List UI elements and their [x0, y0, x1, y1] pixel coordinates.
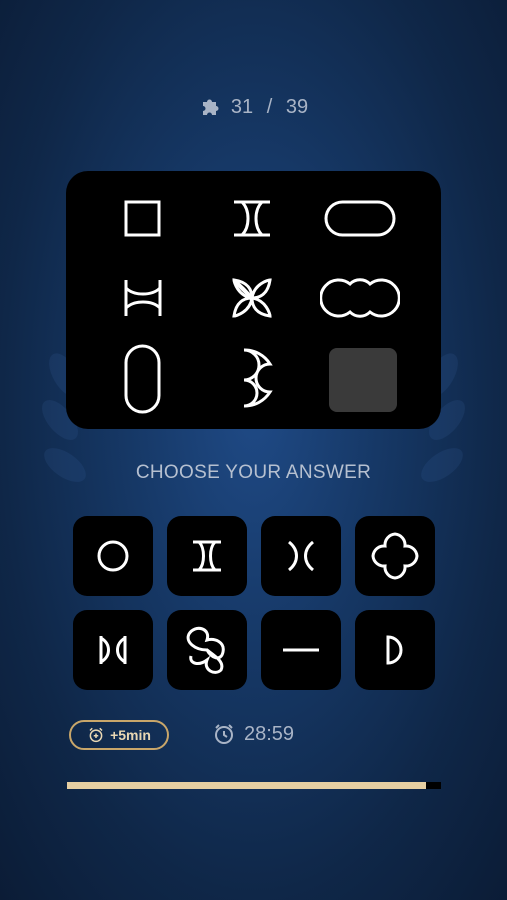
- puzzle-cell-hourglass-vertical: [212, 178, 292, 258]
- answer-option-6[interactable]: [167, 610, 247, 690]
- puzzle-cell-hourglass-horizontal: [102, 258, 182, 338]
- level-separator: /: [261, 95, 278, 118]
- alarm-clock-icon: [215, 724, 233, 744]
- puzzle-cell-square: [102, 178, 182, 258]
- circle-icon: [97, 540, 129, 572]
- answer-option-5[interactable]: [73, 610, 153, 690]
- choose-answer-prompt: CHOOSE YOUR ANSWER: [135, 462, 372, 483]
- puzzle-piece-icon: [202, 99, 219, 115]
- four-petal-icon: [232, 278, 272, 318]
- answer-option-7[interactable]: [261, 610, 341, 690]
- bowtie-icon: [99, 636, 127, 664]
- puzzle-cell-double-bite: [320, 258, 400, 338]
- countdown-timer: 28:59: [212, 722, 294, 746]
- add-five-minutes-label: +5min: [110, 727, 151, 743]
- puzzle-cell-bitten-circle: [212, 338, 292, 418]
- add-five-minutes-button[interactable]: +5min: [69, 720, 169, 750]
- answer-option-3[interactable]: [261, 516, 341, 596]
- hourglass-horizontal-icon: [124, 280, 162, 316]
- puzzle-cell-four-petal: [212, 258, 292, 338]
- level-total: 39: [285, 95, 309, 118]
- missing-answer-slot: [329, 348, 397, 412]
- puzzle-cell-stadium-vertical: [102, 338, 182, 418]
- puzzle-cell-stadium-horizontal: [320, 178, 400, 258]
- alarm-plus-icon: [89, 727, 103, 743]
- answer-option-4[interactable]: [355, 516, 435, 596]
- level-current: 31: [230, 95, 254, 118]
- half-disc-icon: [386, 635, 403, 665]
- time-progress-bar: [67, 782, 441, 789]
- time-progress-fill: [67, 782, 427, 789]
- four-leaf-clover-icon: [371, 532, 419, 580]
- answer-option-8[interactable]: [355, 610, 435, 690]
- bitten-circle-icon: [243, 348, 273, 408]
- line-icon: [283, 648, 319, 652]
- stadium-vertical-icon: [124, 344, 161, 414]
- answer-option-1[interactable]: [73, 516, 153, 596]
- hourglass-vertical-icon: [193, 540, 221, 572]
- answer-option-2[interactable]: [167, 516, 247, 596]
- double-bite-icon: [320, 278, 400, 318]
- propeller-icon: [186, 626, 225, 674]
- level-counter: 31 / 39: [0, 95, 507, 119]
- stadium-horizontal-icon: [324, 200, 396, 237]
- timer-value: 28:59: [244, 722, 295, 745]
- hourglass-vertical-icon: [234, 200, 270, 237]
- double-arc-icon: [287, 540, 315, 572]
- square-icon: [124, 200, 161, 237]
